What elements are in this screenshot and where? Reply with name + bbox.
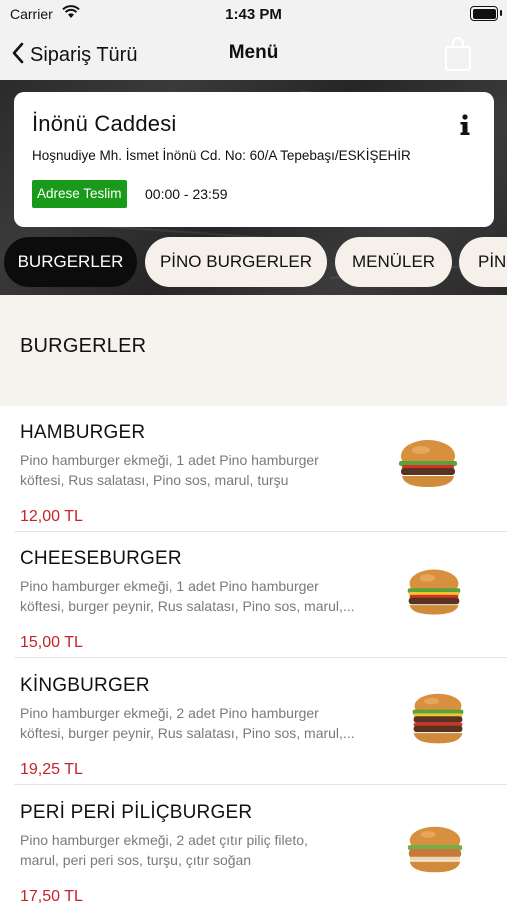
tab-pino[interactable]: PİNO bbox=[459, 237, 507, 287]
menu-item[interactable]: HAMBURGER Pino hamburger ekmeği, 1 adet … bbox=[0, 406, 507, 532]
menu-item[interactable]: KİNGBURGER Pino hamburger ekmeği, 2 adet… bbox=[0, 659, 507, 785]
section-header: BURGERLER bbox=[0, 295, 507, 406]
navigation-bar: Sipariş Türü Menü bbox=[0, 30, 507, 80]
tab-pino-burgerler[interactable]: PİNO BURGERLER bbox=[145, 237, 327, 287]
item-description: Pino hamburger ekmeği, 1 adet Pino hambu… bbox=[20, 576, 380, 616]
item-description: Pino hamburger ekmeği, 2 adet Pino hambu… bbox=[20, 703, 380, 743]
branch-name: İnönü Caddesi bbox=[32, 111, 177, 136]
burger-image bbox=[404, 822, 466, 878]
burger-image bbox=[408, 689, 468, 749]
item-description-line: köftesi, burger peynir, Rus salatası, Pi… bbox=[20, 598, 355, 614]
shopping-bag-icon[interactable] bbox=[443, 36, 473, 72]
item-description-line: Pino hamburger ekmeği, 1 adet Pino hambu… bbox=[20, 578, 319, 594]
page-title: Menü bbox=[228, 42, 279, 63]
section-title: BURGERLER bbox=[20, 335, 147, 357]
item-description-line: Pino hamburger ekmeği, 1 adet Pino hambu… bbox=[20, 452, 319, 468]
burger-image bbox=[404, 564, 464, 620]
burger-image bbox=[396, 436, 460, 492]
item-name: HAMBURGER bbox=[20, 422, 146, 443]
menu-item[interactable]: PERİ PERİ PİLİÇBURGER Pino hamburger ekm… bbox=[0, 786, 507, 912]
info-icon[interactable] bbox=[458, 113, 472, 137]
item-description-line: Pino hamburger ekmeği, 2 adet çıtır pili… bbox=[20, 832, 308, 848]
item-description-line: Pino hamburger ekmeği, 2 adet Pino hambu… bbox=[20, 705, 319, 721]
clock: 1:43 PM bbox=[225, 6, 282, 23]
battery-icon bbox=[470, 6, 502, 21]
menu-item[interactable]: CHEESEBURGER Pino hamburger ekmeği, 1 ad… bbox=[0, 532, 507, 658]
item-price: 19,25 TL bbox=[20, 761, 83, 778]
opening-hours: 00:00 - 23:59 bbox=[145, 186, 228, 202]
item-description-line: köftesi, Rus salatası, Pino sos, marul, … bbox=[20, 472, 289, 488]
item-price: 15,00 TL bbox=[20, 634, 83, 651]
item-name: KİNGBURGER bbox=[20, 675, 150, 696]
tab-menuler[interactable]: MENÜLER bbox=[335, 237, 452, 287]
status-bar: Carrier 1:43 PM bbox=[0, 0, 507, 30]
tab-burgerler[interactable]: BURGERLER bbox=[4, 237, 137, 287]
item-description: Pino hamburger ekmeği, 2 adet çıtır pili… bbox=[20, 830, 380, 870]
item-description: Pino hamburger ekmeği, 1 adet Pino hambu… bbox=[20, 450, 380, 490]
category-tabs: BURGERLER PİNO BURGERLER MENÜLER PİNO bbox=[0, 237, 507, 289]
delivery-type-badge: Adrese Teslim bbox=[32, 180, 127, 208]
item-name: CHEESEBURGER bbox=[20, 548, 182, 569]
item-price: 12,00 TL bbox=[20, 508, 83, 525]
branch-address: Hoşnudiye Mh. İsmet İnönü Cd. No: 60/A T… bbox=[32, 148, 411, 163]
item-description-line: marul, peri peri sos, turşu, çıtır soğan bbox=[20, 852, 252, 868]
item-price: 17,50 TL bbox=[20, 888, 83, 905]
item-description-line: köftesi, burger peynir, Rus salatası, Pi… bbox=[20, 725, 355, 741]
branch-card: İnönü Caddesi Hoşnudiye Mh. İsmet İnönü … bbox=[14, 92, 494, 227]
item-name: PERİ PERİ PİLİÇBURGER bbox=[20, 802, 253, 823]
